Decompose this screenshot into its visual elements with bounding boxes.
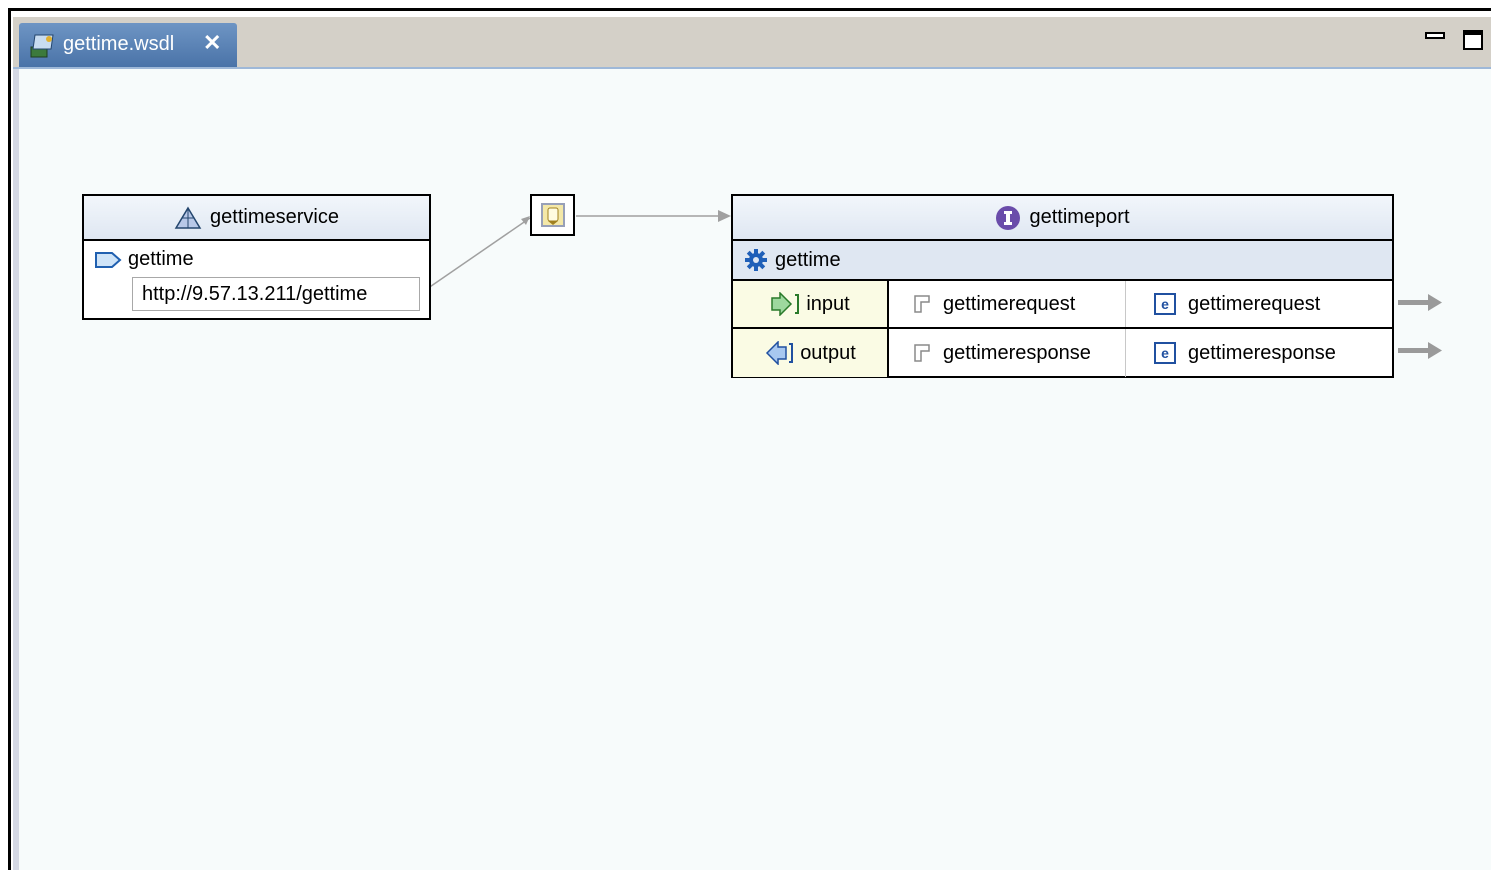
input-direction-cell[interactable]: input <box>733 281 889 327</box>
connection-lines <box>420 210 731 294</box>
input-label: input <box>806 292 850 315</box>
binding-icon <box>540 202 566 228</box>
port-name: gettime <box>128 248 194 270</box>
service-port-row[interactable]: gettime <box>94 248 194 271</box>
message-icon <box>913 294 931 314</box>
gear-icon <box>745 249 767 271</box>
input-message-cell[interactable]: gettimerequest <box>889 281 1126 327</box>
output-element-cell[interactable]: e gettimeresponse <box>1126 329 1392 377</box>
element-icon: e <box>1154 293 1176 315</box>
service-header: gettimeservice <box>84 196 429 241</box>
input-arrow-icon <box>770 292 802 316</box>
service-icon <box>174 206 202 230</box>
input-element-cell[interactable]: e gettimerequest <box>1126 281 1392 327</box>
operation-row[interactable]: gettime <box>733 241 1392 281</box>
operation-name: gettime <box>775 248 841 271</box>
port-address-field[interactable]: http://9.57.13.211/gettime <box>132 277 420 311</box>
output-arrow-icon <box>764 341 796 365</box>
output-message-name: gettimeresponse <box>943 341 1091 364</box>
message-icon <box>913 343 931 363</box>
svg-text:e: e <box>1161 345 1169 361</box>
output-label: output <box>800 341 856 364</box>
output-element-name: gettimeresponse <box>1188 341 1336 364</box>
service-box[interactable]: gettimeservice gettime http://9.57.13.21… <box>82 194 431 320</box>
input-message-row[interactable]: input gettimerequest e gettimerequest <box>733 281 1392 329</box>
element-icon: e <box>1154 342 1176 364</box>
porttype-header: gettimeport <box>733 196 1392 241</box>
input-element-link-arrow-icon[interactable] <box>1398 292 1444 319</box>
output-element-link-arrow-icon[interactable] <box>1398 340 1444 367</box>
input-message-name: gettimerequest <box>943 292 1076 315</box>
porttype-name: gettimeport <box>1029 206 1130 228</box>
porttype-box[interactable]: gettimeport gettime input gettimerequest… <box>731 194 1394 378</box>
input-element-name: gettimerequest <box>1188 292 1321 315</box>
output-message-cell[interactable]: gettimeresponse <box>889 329 1126 377</box>
output-direction-cell[interactable]: output <box>733 329 889 377</box>
port-icon <box>94 250 122 270</box>
output-message-row[interactable]: output gettimeresponse e gettimeresponse <box>733 329 1392 377</box>
service-name: gettimeservice <box>210 206 339 228</box>
svg-text:e: e <box>1161 296 1169 312</box>
binding-node[interactable] <box>530 194 575 236</box>
interface-icon <box>995 205 1021 231</box>
